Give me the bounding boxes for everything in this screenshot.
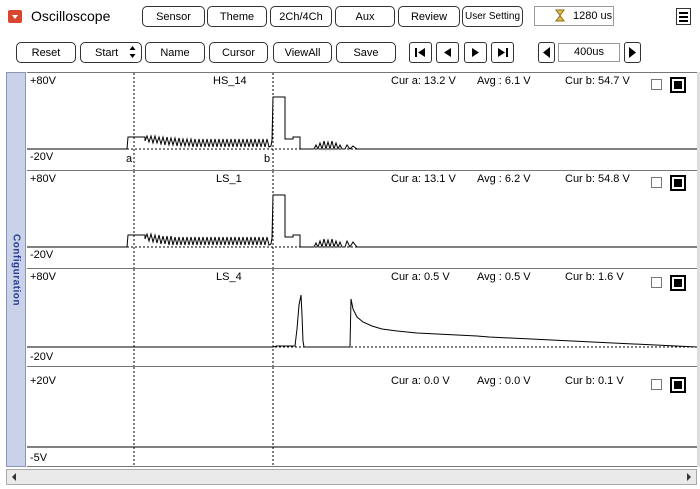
cursor-a-marker: a (126, 153, 133, 165)
reset-button[interactable]: Reset (16, 42, 76, 63)
channel-mode-button[interactable]: 2Ch/4Ch (270, 6, 332, 27)
average-value: Avg : 6.2 V (477, 173, 531, 185)
range-max-label: +80V (30, 271, 56, 283)
channel-checkbox[interactable] (651, 277, 662, 288)
channel-checkbox[interactable] (651, 379, 662, 390)
theme-button[interactable]: Theme (207, 6, 267, 27)
step-forward-icon (472, 48, 479, 57)
maximize-channel-icon[interactable] (670, 175, 686, 191)
average-value: Avg : 0.0 V (477, 375, 531, 387)
sensor-button[interactable]: Sensor (142, 6, 205, 27)
viewall-button[interactable]: ViewAll (273, 42, 332, 63)
app-title: Oscilloscope (31, 8, 111, 24)
cursor-b-marker: b (264, 153, 271, 165)
time-value: 1280 us (573, 10, 613, 22)
horizontal-scrollbar[interactable] (6, 469, 697, 485)
aux-button[interactable]: Aux (335, 6, 395, 27)
channel-panel-1: +80V -20V HS_14 Cur a: 13.2 V Avg : 6.1 … (27, 72, 697, 171)
step-forward-button[interactable] (464, 42, 487, 63)
trace (27, 96, 697, 151)
configuration-tab[interactable]: Configuration (6, 72, 26, 467)
timebase-field[interactable]: 400us (558, 43, 620, 62)
range-min-label: -20V (30, 249, 54, 261)
save-button[interactable]: Save (336, 42, 396, 63)
cursor-a-value: Cur a: 13.1 V (391, 173, 456, 185)
channel-checkbox[interactable] (651, 177, 662, 188)
menu-icon[interactable] (676, 8, 691, 25)
cursor-b-value: Cur b: 54.7 V (565, 75, 630, 87)
waveform-plot (27, 171, 697, 269)
channel-name: LS_4 (216, 271, 242, 283)
name-button[interactable]: Name (145, 42, 205, 63)
cursor-b-value: Cur b: 54.8 V (565, 173, 630, 185)
cursor-a-value: Cur a: 0.0 V (391, 375, 450, 387)
maximize-channel-icon[interactable] (670, 377, 686, 393)
channel-name: LS_1 (216, 173, 242, 185)
arrow-right-icon (629, 47, 636, 58)
channel-panel-3: +80V -20V LS_4 Cur a: 0.5 V Avg : 0.5 V … (27, 268, 697, 367)
cursor-button[interactable]: Cursor (209, 42, 268, 63)
trace (27, 194, 697, 249)
start-label: Start (95, 46, 119, 59)
step-back-button[interactable] (436, 42, 459, 63)
cursor-b-value: Cur b: 1.6 V (565, 271, 624, 283)
configuration-tab-label: Configuration (10, 233, 22, 306)
range-min-label: -20V (30, 151, 54, 163)
time-display: 1280 us (534, 6, 614, 26)
maximize-channel-icon[interactable] (670, 275, 686, 291)
start-select[interactable]: Start (80, 42, 142, 63)
channel-panel-2: +80V -20V LS_1 Cur a: 13.1 V Avg : 6.2 V… (27, 170, 697, 269)
cursor-a-value: Cur a: 13.2 V (391, 75, 456, 87)
average-value: Avg : 6.1 V (477, 75, 531, 87)
user-setting-button[interactable]: User Setting (462, 6, 523, 27)
skip-last-button[interactable] (491, 42, 514, 63)
cursor-b-value: Cur b: 0.1 V (565, 375, 624, 387)
hourglass-icon (555, 9, 565, 28)
arrow-left-icon (543, 47, 550, 58)
scope-app-icon[interactable] (8, 10, 22, 23)
channel-name: HS_14 (213, 75, 247, 87)
waveform-plot (27, 269, 697, 367)
skip-first-icon (415, 48, 425, 57)
timebase-decrease-button[interactable] (538, 42, 555, 63)
timebase-increase-button[interactable] (624, 42, 641, 63)
cursor-a-value: Cur a: 0.5 V (391, 271, 450, 283)
skip-last-icon (498, 48, 508, 57)
skip-first-button[interactable] (409, 42, 432, 63)
channel-checkbox[interactable] (651, 79, 662, 90)
maximize-channel-icon[interactable] (670, 77, 686, 93)
average-value: Avg : 0.5 V (477, 271, 531, 283)
range-min-label: -5V (30, 452, 48, 464)
range-max-label: +20V (30, 375, 56, 387)
spinner-arrows-icon (129, 45, 136, 65)
scroll-left-icon[interactable] (8, 470, 20, 484)
channel-panel-4: +20V -5V Cur a: 0.0 V Avg : 0.0 V Cur b:… (27, 366, 697, 467)
review-button[interactable]: Review (398, 6, 460, 27)
range-max-label: +80V (30, 173, 56, 185)
scroll-right-icon[interactable] (683, 470, 695, 484)
step-back-icon (444, 48, 451, 57)
range-min-label: -20V (30, 351, 54, 363)
trace (27, 294, 697, 348)
range-max-label: +80V (30, 75, 56, 87)
